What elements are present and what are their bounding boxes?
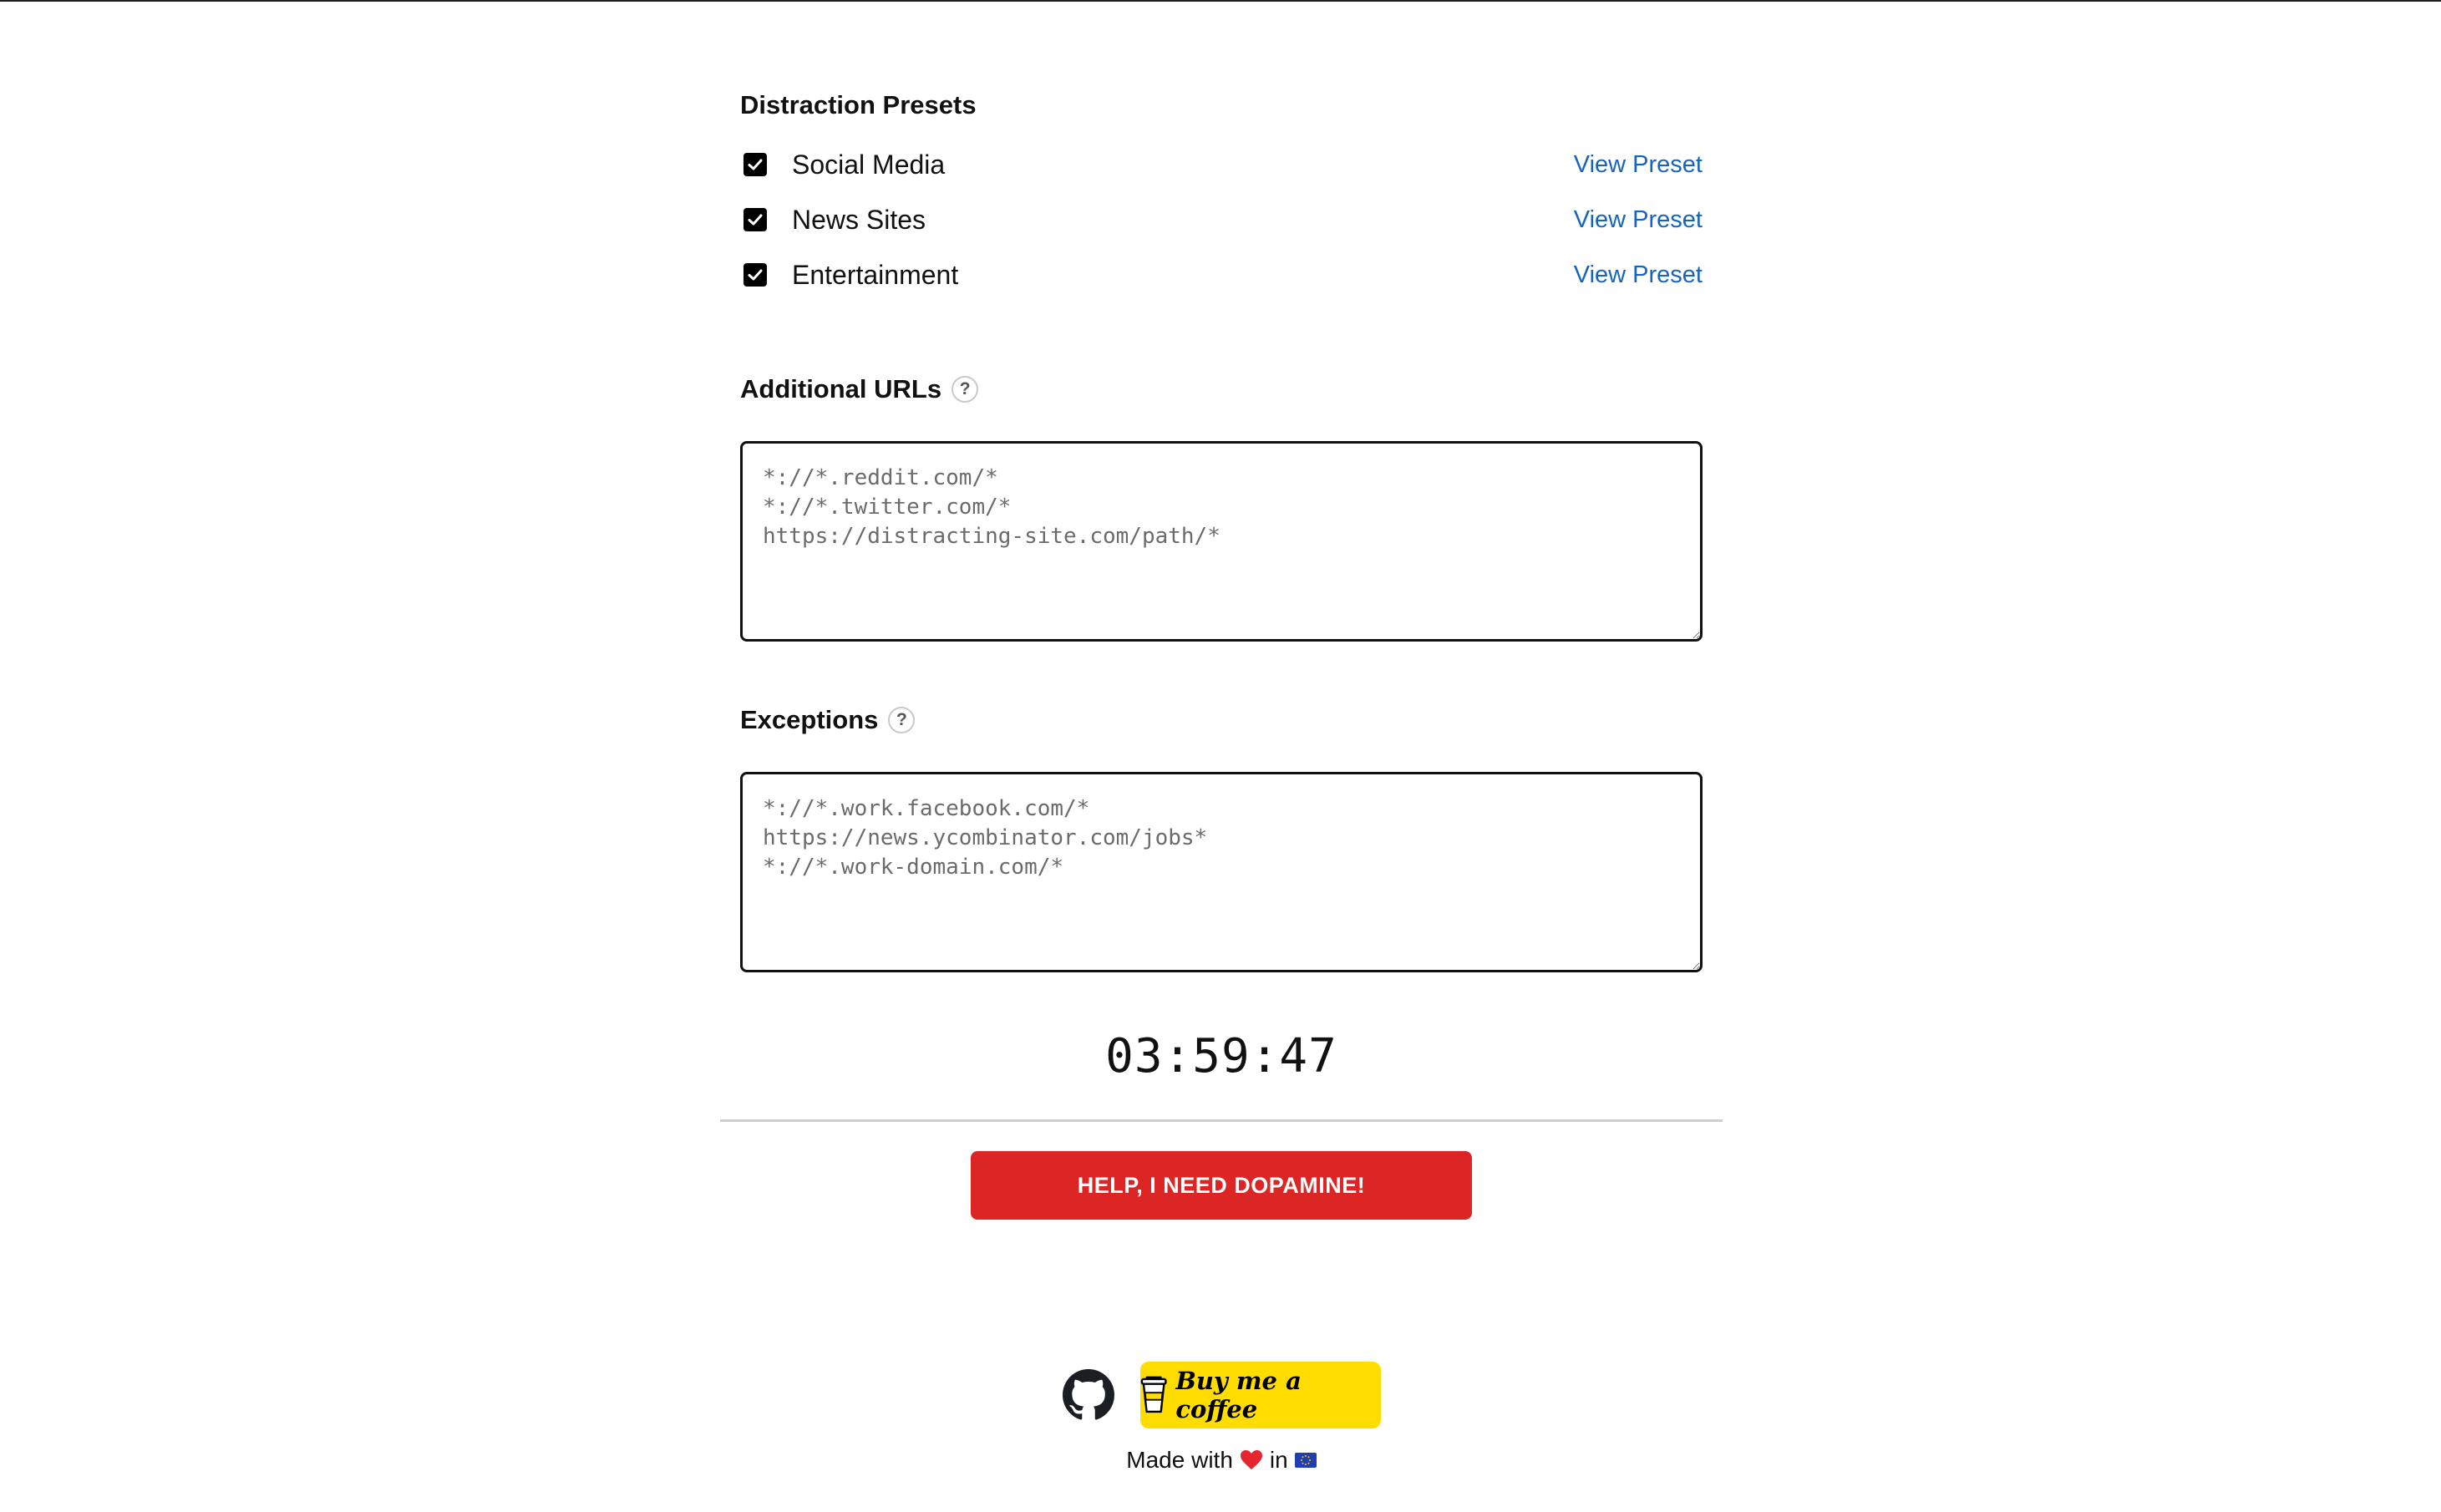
help-icon[interactable]: ?: [888, 707, 916, 733]
countdown-timer: 03:59:47: [1105, 1029, 1337, 1083]
exceptions-textarea[interactable]: [740, 772, 1703, 972]
view-preset-link[interactable]: View Preset: [1574, 206, 1703, 234]
eu-flag-icon: [1294, 1453, 1317, 1468]
github-icon[interactable]: [1062, 1368, 1115, 1422]
view-preset-link[interactable]: View Preset: [1574, 151, 1703, 179]
entertainment-checkbox[interactable]: [743, 263, 767, 287]
checkmark-icon: [748, 269, 763, 281]
buy-me-a-coffee-button[interactable]: Buy me a coffee: [1140, 1362, 1381, 1428]
help-icon[interactable]: ?: [952, 376, 979, 403]
divider: [720, 1119, 1723, 1122]
made-with-prefix: Made with: [1126, 1447, 1233, 1473]
view-preset-link[interactable]: View Preset: [1574, 261, 1703, 289]
eu-stars-svg: [1300, 1455, 1311, 1465]
preset-row-news-sites: News Sites View Preset: [743, 200, 1703, 239]
additional-urls-title: Additional URLs: [740, 374, 942, 403]
top-border: [0, 0, 2441, 2]
preset-label: Social Media: [792, 149, 946, 180]
heart-svg: [1240, 1450, 1262, 1469]
preset-label: Entertainment: [792, 259, 959, 290]
additional-urls-header: Additional URLs ?: [740, 371, 979, 408]
coffee-label: Buy me a coffee: [1175, 1367, 1302, 1423]
presets-title-text: Distraction Presets: [740, 90, 977, 119]
preset-row-entertainment: Entertainment View Preset: [743, 256, 1703, 294]
footer-links: Buy me a coffee: [740, 1362, 1703, 1428]
social-media-checkbox[interactable]: [743, 153, 767, 176]
preset-label: News Sites: [792, 204, 926, 235]
checkmark-icon: [748, 214, 763, 226]
additional-urls-textarea[interactable]: [740, 441, 1703, 642]
heart-icon: [1240, 1449, 1263, 1471]
github-logo-svg: [1063, 1369, 1114, 1420]
made-with-in: in: [1269, 1447, 1288, 1473]
news-sites-checkbox[interactable]: [743, 208, 767, 231]
coffee-cup-icon: [1140, 1376, 1167, 1413]
exceptions-header: Exceptions ?: [740, 702, 916, 738]
exceptions-title: Exceptions: [740, 705, 879, 734]
presets-title: Distraction Presets: [740, 87, 977, 124]
preset-row-social-media: Social Media View Preset: [743, 145, 1703, 184]
additional-urls-field-wrap: [740, 441, 1703, 642]
made-with-credit: Made with in: [740, 1447, 1703, 1474]
checkmark-icon: [748, 159, 763, 170]
exceptions-field-wrap: [740, 772, 1703, 972]
dopamine-button[interactable]: HELP, I NEED DOPAMINE!: [971, 1151, 1472, 1220]
